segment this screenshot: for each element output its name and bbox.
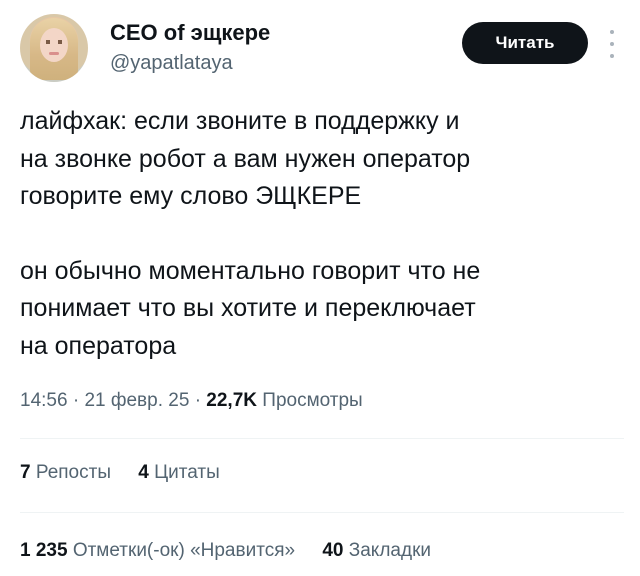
tweet-date[interactable]: 21 февр. 25 xyxy=(84,390,189,411)
bookmarks-stat[interactable]: 40 Закладки xyxy=(322,540,431,561)
divider xyxy=(20,438,624,439)
quotes-count: 4 xyxy=(138,462,149,483)
tweet-time[interactable]: 14:56 xyxy=(20,390,68,411)
tweet-line: понимает что вы хотите и переключает xyxy=(20,294,476,322)
views-count: 22,7K xyxy=(206,390,257,411)
tweet-text: лайфхак: если звоните в поддержку и на з… xyxy=(20,103,620,365)
avatar-eyes xyxy=(46,40,62,44)
reposts-quotes-row: 7 Репосты 4 Цитаты xyxy=(20,462,624,484)
tweet-line: он обычно моментально говорит что не xyxy=(20,256,481,285)
likes-label: Отметки(-ок) «Нравится» xyxy=(72,540,296,561)
tweet-header: CEO of эщкере @yapatlataya Читать xyxy=(20,14,624,84)
likes-bookmarks-row: 1 235 Отметки(-ок) «Нравится» 40 Закладк… xyxy=(20,540,624,562)
avatar-face xyxy=(40,28,68,62)
user-handle[interactable]: @yapatlataya xyxy=(110,52,233,75)
more-dot xyxy=(610,30,614,34)
bookmarks-label: Закладки xyxy=(348,540,431,561)
divider xyxy=(20,512,624,513)
likes-count: 1 235 xyxy=(20,540,68,561)
reposts-stat[interactable]: 7 Репосты xyxy=(20,462,116,483)
tweet-line: говорите ему слово ЭЩКЕРЕ xyxy=(20,182,362,210)
meta-separator: · xyxy=(194,390,202,411)
display-name[interactable]: CEO of эщкере xyxy=(110,20,270,46)
avatar-lips xyxy=(49,52,59,55)
reposts-count: 7 xyxy=(20,462,31,483)
reposts-label: Репосты xyxy=(35,462,111,483)
bookmarks-count: 40 xyxy=(322,540,344,561)
tweet-line: на звонке робот а вам нужен оператор xyxy=(20,144,471,173)
meta-separator: · xyxy=(72,390,80,411)
avatar[interactable] xyxy=(20,14,88,82)
views-label: Просмотры xyxy=(262,390,363,411)
more-vertical-icon[interactable] xyxy=(605,30,619,58)
quotes-stat[interactable]: 4 Цитаты xyxy=(138,462,220,483)
quotes-label: Цитаты xyxy=(154,462,220,483)
more-dot xyxy=(610,42,614,46)
more-dot xyxy=(610,54,614,58)
tweet-meta: 14:56 · 21 февр. 25 · 22,7K Просмотры xyxy=(20,390,620,412)
likes-stat[interactable]: 1 235 Отметки(-ок) «Нравится» xyxy=(20,540,300,561)
follow-button[interactable]: Читать xyxy=(462,22,588,64)
tweet-line: на оператора xyxy=(20,331,177,360)
tweet-line: лайфхак: если звоните в поддержку и xyxy=(20,107,460,135)
